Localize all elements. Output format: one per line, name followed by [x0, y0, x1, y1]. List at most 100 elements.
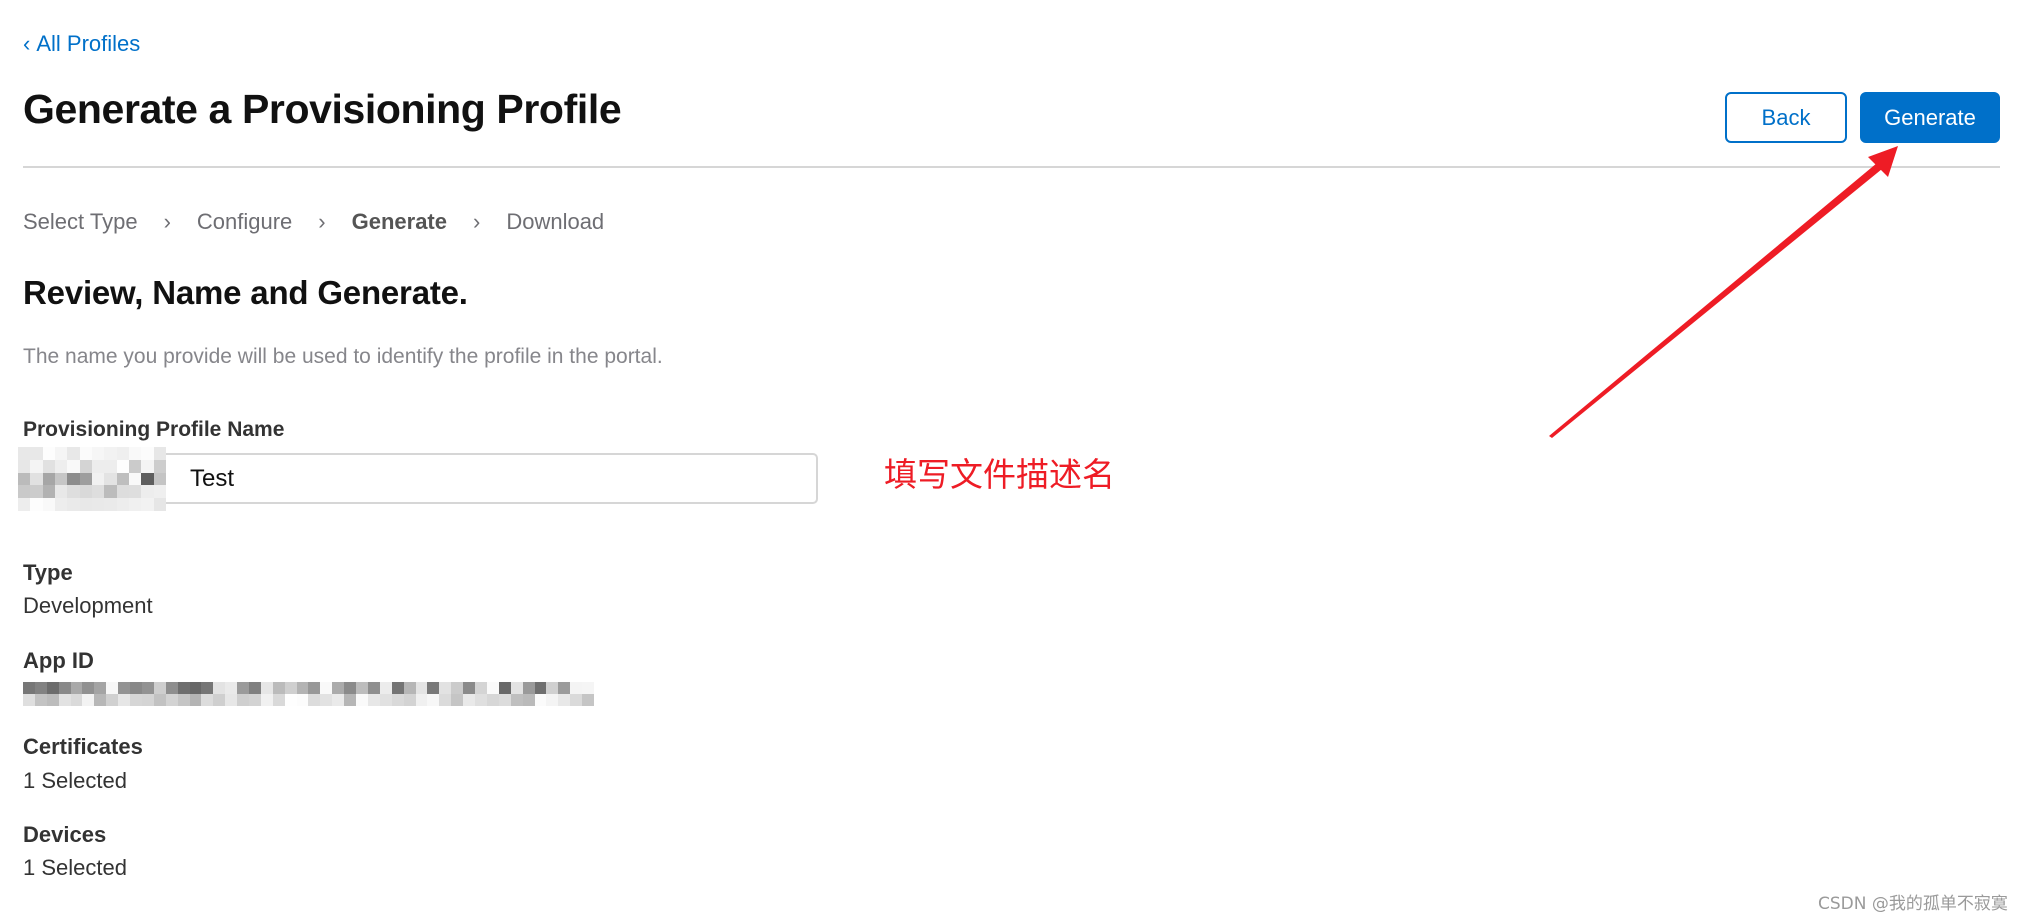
- mosaic-cell: [308, 682, 321, 694]
- mosaic-cell: [582, 682, 594, 694]
- mosaic-cell: [67, 498, 80, 511]
- mosaic-cell: [91, 459, 105, 473]
- mosaic-cell: [427, 694, 440, 706]
- mosaic-cell: [367, 682, 380, 694]
- mosaic-cell: [141, 682, 154, 694]
- mosaic-cell: [320, 694, 333, 706]
- mosaic-cell: [213, 694, 226, 706]
- mosaic-cell: [165, 694, 178, 706]
- mosaic-cell: [498, 694, 511, 706]
- mosaic-cell: [91, 498, 105, 511]
- mosaic-cell: [128, 447, 142, 460]
- mosaic-cell: [356, 682, 368, 694]
- mosaic-cell: [475, 694, 487, 706]
- mosaic-cell: [18, 459, 31, 473]
- mosaic-cell: [79, 485, 92, 499]
- mosaic-cell: [201, 682, 214, 694]
- mosaic-cell: [177, 694, 190, 706]
- mosaic-cell: [116, 485, 129, 499]
- mosaic-cell: [582, 694, 594, 706]
- all-profiles-label: All Profiles: [36, 31, 141, 56]
- step-select-type: Select Type: [23, 209, 138, 234]
- mosaic-cell: [91, 447, 105, 460]
- mosaic-cell: [67, 485, 80, 499]
- mosaic-cell: [463, 694, 476, 706]
- mosaic-cell: [225, 682, 238, 694]
- mosaic-cell: [104, 485, 117, 499]
- mosaic-cell: [451, 694, 464, 706]
- all-profiles-link[interactable]: ‹ All Profiles: [23, 29, 140, 59]
- chevron-right-icon: ›: [163, 209, 171, 234]
- devices-value: 1 Selected: [23, 855, 127, 880]
- mosaic-cell: [546, 682, 559, 694]
- mosaic-cell: [42, 459, 55, 473]
- type-label: Type: [23, 560, 73, 585]
- mosaic-cell: [34, 694, 47, 706]
- mosaic-cell: [118, 694, 131, 706]
- mosaic-cell: [46, 694, 59, 706]
- mosaic-cell: [570, 682, 583, 694]
- mosaic-cell: [30, 485, 43, 499]
- chevron-left-icon: ‹: [23, 31, 31, 56]
- mosaic-cell: [104, 472, 117, 486]
- mosaic-cell: [308, 694, 321, 706]
- chevron-right-icon: ›: [318, 209, 326, 234]
- mosaic-cell: [284, 694, 297, 706]
- mosaic-cell: [296, 694, 309, 706]
- mosaic-cell: [356, 694, 368, 706]
- mosaic-cell: [237, 682, 250, 694]
- mosaic-cell: [141, 472, 154, 486]
- mosaic-cell: [379, 682, 392, 694]
- mosaic-cell: [439, 682, 452, 694]
- mosaic-cell: [79, 498, 92, 511]
- mosaic-cell: [42, 472, 55, 486]
- mosaic-cell: [451, 682, 464, 694]
- mosaic-cell: [570, 694, 583, 706]
- mosaic-cell: [153, 498, 166, 511]
- mosaic-cell: [284, 682, 297, 694]
- mosaic-cell: [128, 498, 142, 511]
- step-breadcrumb: Select Type › Configure › Generate › Dow…: [23, 207, 604, 237]
- mosaic-cell: [415, 694, 428, 706]
- mosaic-cell: [116, 447, 129, 460]
- mosaic-cell: [201, 694, 214, 706]
- mosaic-cell: [79, 472, 92, 486]
- mosaic-cell: [522, 694, 535, 706]
- chevron-right-icon: ›: [473, 209, 481, 234]
- mosaic-cell: [130, 682, 142, 694]
- mosaic-cell: [332, 682, 345, 694]
- mosaic-cell: [18, 472, 31, 486]
- header-divider: [23, 166, 2000, 168]
- back-button[interactable]: Back: [1725, 92, 1847, 143]
- generate-button[interactable]: Generate: [1860, 92, 2000, 143]
- mosaic-cell: [367, 694, 380, 706]
- mosaic-cell: [403, 694, 416, 706]
- profile-name-label: Provisioning Profile Name: [23, 418, 285, 441]
- mosaic-cell: [106, 682, 119, 694]
- mosaic-cell: [534, 682, 547, 694]
- mosaic-cell: [34, 682, 47, 694]
- mosaic-cell: [104, 459, 117, 473]
- mosaic-cell: [189, 682, 202, 694]
- mosaic-cell: [391, 694, 404, 706]
- mosaic-cell: [67, 459, 80, 473]
- mosaic-cell: [510, 682, 523, 694]
- mosaic-cell: [189, 694, 202, 706]
- mosaic-cell: [141, 694, 154, 706]
- mosaic-cell: [249, 682, 261, 694]
- mosaic-cell: [141, 447, 154, 460]
- mosaic-cell: [498, 682, 511, 694]
- redacted-app-id-mosaic: [23, 682, 594, 706]
- mosaic-cell: [104, 447, 117, 460]
- mosaic-cell: [522, 682, 535, 694]
- mosaic-cell: [23, 694, 35, 706]
- mosaic-cell: [177, 682, 190, 694]
- mosaic-cell: [82, 682, 95, 694]
- page-title: Generate a Provisioning Profile: [23, 86, 622, 132]
- mosaic-cell: [30, 498, 43, 511]
- mosaic-cell: [46, 682, 59, 694]
- mosaic-cell: [153, 447, 166, 460]
- mosaic-cell: [475, 682, 487, 694]
- mosaic-cell: [510, 694, 523, 706]
- mosaic-cell: [558, 694, 571, 706]
